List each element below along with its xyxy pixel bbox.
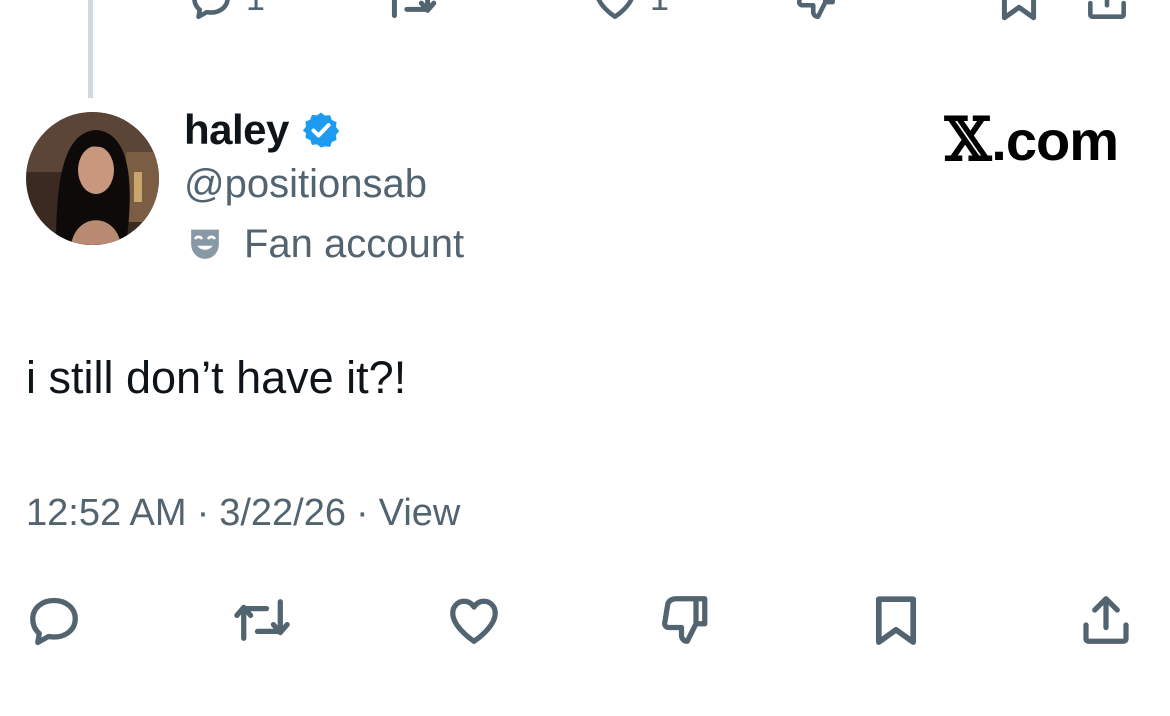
prev-reply-button[interactable]: 1 — [186, 0, 265, 24]
reply-icon — [30, 597, 78, 646]
meta-separator: · — [356, 492, 369, 534]
prev-share-button[interactable] — [1082, 0, 1132, 24]
x-logo: 𝕏 — [944, 105, 992, 175]
bookmark-icon — [875, 596, 917, 645]
account-label-text: Fan account — [244, 222, 465, 266]
views-link[interactable]: View — [379, 492, 461, 535]
prev-like-button[interactable]: 1 — [590, 0, 669, 24]
dislike-button[interactable] — [654, 588, 718, 652]
profile-photo — [26, 112, 159, 245]
repost-icon — [234, 599, 290, 641]
meta-separator: · — [196, 492, 210, 534]
repost-button[interactable] — [230, 588, 294, 652]
brand-domain: .com — [991, 109, 1119, 172]
author-name-row[interactable]: haley — [184, 106, 341, 154]
theater-masks-icon — [191, 229, 219, 259]
dislike-icon — [796, 0, 835, 20]
like-icon — [596, 0, 634, 20]
prev-reply-count: 1 — [246, 0, 265, 19]
avatar[interactable] — [26, 112, 159, 245]
like-icon — [450, 598, 498, 644]
verified-badge-icon — [302, 112, 340, 148]
display-name[interactable]: haley — [184, 106, 289, 154]
dislike-icon — [662, 596, 708, 644]
bookmark-icon — [1001, 0, 1037, 21]
share-icon — [1088, 0, 1126, 20]
x-com-watermark: 𝕏 .com — [944, 105, 1119, 175]
previous-tweet-actions: 1 1 — [0, 0, 1170, 34]
reply-icon — [192, 0, 230, 20]
tweet-actions — [0, 588, 1170, 652]
tweet-date[interactable]: 3/22/26 — [219, 492, 346, 535]
repost-icon — [391, 0, 437, 19]
tweet-meta: 12:52 AM · 3/22/26 · View — [26, 492, 460, 535]
tweet-text: i still don’t have it?! — [26, 352, 407, 403]
prev-like-count: 1 — [650, 0, 669, 19]
author-handle[interactable]: @positionsab — [184, 162, 427, 207]
prev-bookmark-button[interactable] — [996, 0, 1042, 24]
bookmark-button[interactable] — [864, 588, 928, 652]
tweet-time[interactable]: 12:52 AM — [26, 492, 187, 535]
like-button[interactable] — [442, 588, 506, 652]
share-icon — [1083, 596, 1129, 644]
prev-dislike-button[interactable] — [792, 0, 842, 24]
reply-button[interactable] — [22, 588, 86, 652]
prev-repost-button[interactable] — [382, 0, 440, 24]
share-button[interactable] — [1074, 588, 1138, 652]
account-label: Fan account — [186, 222, 464, 267]
